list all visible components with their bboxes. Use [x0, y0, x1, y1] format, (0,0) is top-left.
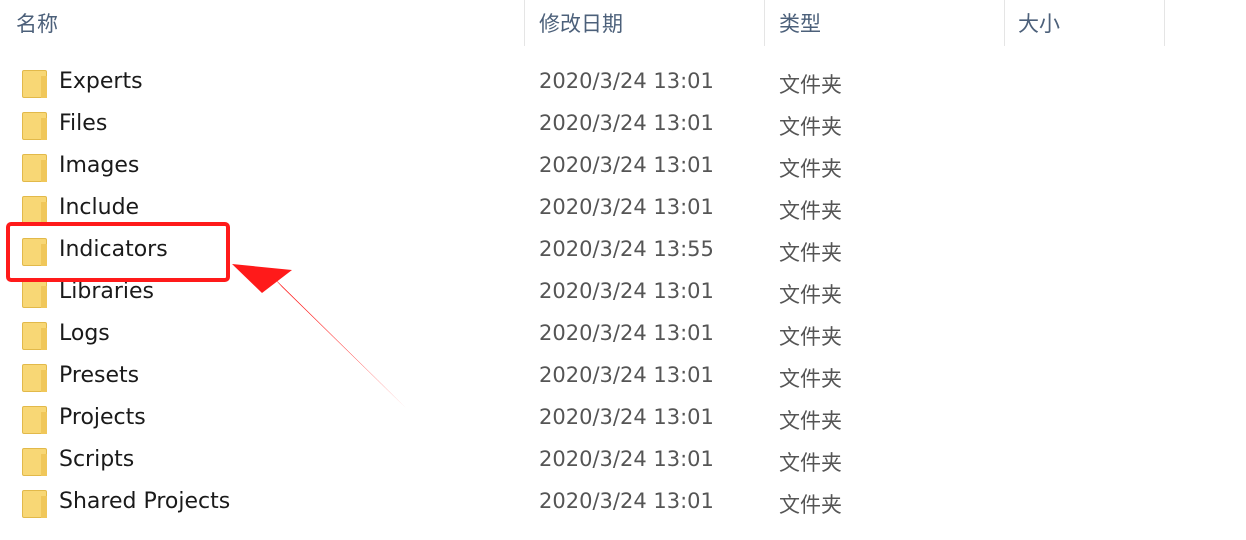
arrow-shaft: [272, 276, 406, 408]
arrow-head: [232, 264, 292, 293]
annotation-arrow-icon: [232, 264, 406, 408]
